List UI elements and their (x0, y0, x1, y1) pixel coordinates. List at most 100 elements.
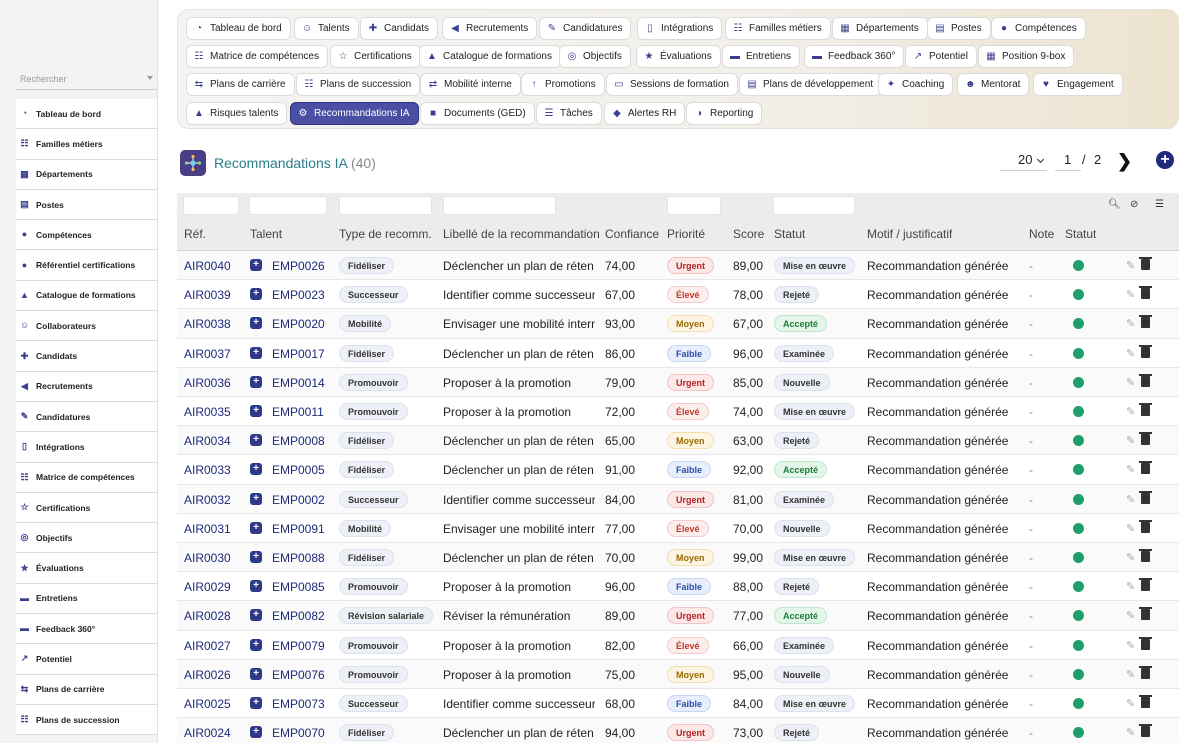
edit-icon[interactable]: ✎ (1126, 668, 1135, 681)
sidebar-item[interactable]: ▲ Catalogue de formations (16, 280, 157, 312)
sidebar-item[interactable]: ☆ Certifications (16, 492, 157, 524)
cell-ref[interactable]: AIR0036 (184, 376, 231, 390)
edit-icon[interactable]: ✎ (1126, 580, 1135, 593)
filter-ref-input[interactable] (183, 196, 239, 215)
edit-icon[interactable]: ✎ (1126, 434, 1135, 447)
table-row[interactable]: AIR0033 + EMP0005 Fidéliser Déclencher un pl… (177, 455, 1179, 485)
table-row[interactable]: AIR0031 + EMP0091 Mobilité Envisager une mob… (177, 514, 1179, 543)
sidebar-item[interactable]: ★ Évaluations (16, 553, 157, 584)
filter-status-input[interactable] (773, 196, 855, 215)
edit-icon[interactable]: ✎ (1126, 609, 1135, 622)
cell-talent[interactable]: EMP0082 (272, 609, 325, 623)
cell-ref[interactable]: AIR0034 (184, 434, 231, 448)
cell-talent[interactable]: EMP0079 (272, 639, 325, 653)
menu-chip[interactable]: ☺ Talents (294, 17, 359, 40)
search-icon[interactable]: 🔍︎ (1108, 199, 1121, 210)
menu-chip[interactable]: ● Compétences (991, 17, 1086, 40)
cell-ref[interactable]: AIR0039 (184, 288, 231, 302)
talent-link-icon[interactable]: + (250, 434, 262, 447)
menu-chip[interactable]: ▲ Catalogue de formations (419, 45, 561, 68)
edit-icon[interactable]: ✎ (1126, 347, 1135, 360)
sidebar-item[interactable]: ● Référentiel certifications (16, 250, 157, 281)
column-header-priority[interactable]: Priorité (667, 227, 705, 241)
clear-filter-icon[interactable]: ⊘ (1130, 199, 1138, 210)
trash-icon[interactable] (1139, 403, 1152, 416)
talent-link-icon[interactable]: + (250, 288, 262, 301)
menu-chip[interactable]: ✚ Candidats (360, 17, 439, 40)
trash-icon[interactable] (1139, 432, 1152, 446)
sidebar-item[interactable]: ✎ Candidatures (16, 401, 157, 433)
chevron-down-icon[interactable] (147, 76, 153, 80)
table-row[interactable]: AIR0036 + EMP0014 Promouvoir Proposer à la p… (177, 367, 1179, 397)
menu-chip[interactable]: ⚙ Recommandations IA (290, 102, 419, 125)
cell-ref[interactable]: AIR0035 (184, 405, 231, 419)
cell-talent[interactable]: EMP0014 (272, 376, 325, 390)
trash-icon[interactable] (1139, 490, 1152, 504)
trash-icon[interactable] (1139, 578, 1152, 592)
talent-link-icon[interactable]: + (250, 375, 262, 388)
menu-chip[interactable]: ★ Évaluations (636, 45, 721, 68)
cell-talent[interactable]: EMP0026 (272, 259, 325, 273)
edit-icon[interactable]: ✎ (1126, 551, 1135, 564)
sidebar-item[interactable]: ✚ Candidats (16, 341, 157, 372)
talent-link-icon[interactable]: + (250, 317, 262, 330)
menu-chip[interactable]: ▤ Postes (927, 17, 991, 40)
sidebar-item[interactable]: ☷ Matrice de compétences (16, 462, 157, 493)
talent-link-icon[interactable]: + (250, 697, 262, 709)
cell-ref[interactable]: AIR0033 (184, 463, 231, 477)
cell-talent[interactable]: EMP0085 (272, 580, 325, 594)
table-row[interactable]: AIR0027 + EMP0079 Promouvoir Proposer à la p… (177, 631, 1179, 660)
trash-icon[interactable] (1139, 636, 1152, 650)
filter-label-input[interactable] (443, 196, 556, 215)
sidebar-item[interactable]: ▯ Intégrations (16, 432, 157, 463)
cell-ref[interactable]: AIR0027 (184, 639, 231, 653)
menu-chip[interactable]: ⇆ Plans de carrière (186, 73, 295, 96)
talent-link-icon[interactable]: + (250, 521, 262, 534)
cell-ref[interactable]: AIR0037 (184, 347, 231, 361)
sidebar-item[interactable]: ☷ Plans de succession (16, 704, 157, 736)
sidebar-item[interactable]: ◎ Objectifs (16, 523, 157, 554)
column-header-status[interactable]: Statut (774, 227, 805, 241)
cell-talent[interactable]: EMP0091 (272, 522, 325, 536)
menu-chip[interactable]: ☰ Tâches (536, 102, 602, 125)
column-header-ref[interactable]: Réf. (184, 227, 206, 241)
menu-chip[interactable]: ▬ Feedback 360° (804, 45, 905, 68)
menu-chip[interactable]: ▦ Départements (832, 17, 928, 40)
column-header-reason[interactable]: Motif / justificatif (867, 227, 952, 241)
table-row[interactable]: AIR0039 + EMP0023 Successeur Identifier comm… (177, 280, 1179, 310)
cell-talent[interactable]: EMP0011 (272, 405, 324, 419)
menu-chip[interactable]: ↗ Potentiel (905, 45, 977, 68)
filter-talent-input[interactable] (249, 196, 327, 215)
edit-icon[interactable]: ✎ (1126, 259, 1135, 272)
table-row[interactable]: AIR0040 + EMP0026 Fidéliser Déclencher un pl… (177, 251, 1179, 281)
edit-icon[interactable]: ✎ (1126, 376, 1135, 389)
talent-link-icon[interactable]: + (250, 463, 262, 476)
sidebar-item[interactable]: ▦ Départements (16, 159, 157, 190)
menu-chip[interactable]: ◎ Objectifs (559, 45, 631, 68)
next-page-button[interactable]: ❯ (1117, 151, 1132, 172)
add-record-button[interactable]: + (1156, 151, 1174, 169)
talent-link-icon[interactable]: + (250, 259, 262, 271)
menu-chip[interactable]: ■ Documents (GED) (420, 102, 535, 125)
table-row[interactable]: AIR0026 + EMP0076 Promouvoir Proposer à la p… (177, 659, 1179, 689)
sidebar-item[interactable]: ▤ Postes (16, 189, 157, 221)
column-header-label[interactable]: Libellé de la recommandation (443, 227, 600, 241)
menu-chip[interactable]: ♥ Engagement (1033, 73, 1123, 96)
trash-icon[interactable] (1139, 724, 1152, 738)
edit-icon[interactable]: ✎ (1126, 405, 1135, 418)
table-row[interactable]: AIR0035 + EMP0011 Promouvoir Proposer à la p… (177, 397, 1179, 427)
sidebar-item[interactable]: ◀ Recrutements (16, 371, 157, 402)
menu-chip[interactable]: ☷ Plans de succession (296, 73, 421, 96)
edit-icon[interactable]: ✎ (1126, 726, 1135, 739)
menu-chip[interactable]: ▦ Position 9-box (978, 45, 1075, 68)
sidebar-item[interactable]: ☷ Familles métiers (16, 129, 157, 160)
column-header-talent[interactable]: Talent (250, 227, 282, 241)
filter-priority-input[interactable] (667, 196, 721, 215)
sidebar-item[interactable]: ⇆ Plans de carrière (16, 674, 157, 705)
cell-ref[interactable]: AIR0031 (184, 522, 231, 536)
current-page-input[interactable]: 1 (1055, 150, 1081, 171)
table-row[interactable]: AIR0030 + EMP0088 Fidéliser Déclencher un pl… (177, 543, 1179, 573)
cell-ref[interactable]: AIR0040 (184, 259, 231, 273)
table-row[interactable]: AIR0032 + EMP0002 Successeur Identifier comm… (177, 484, 1179, 514)
table-row[interactable]: AIR0024 + EMP0070 Fidéliser Déclencher un pl… (177, 718, 1179, 743)
